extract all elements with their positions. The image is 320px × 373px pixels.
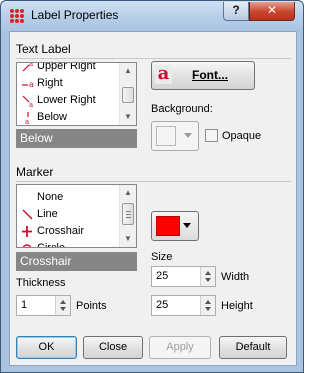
width-label: Width	[221, 271, 250, 283]
title-bar[interactable]: Label Properties ? ✕	[1, 1, 303, 31]
thickness-label: Thickness	[16, 277, 66, 289]
marker-color-picker[interactable]	[151, 211, 199, 241]
scroll-up-arrow-icon[interactable]: ▲	[120, 185, 136, 201]
background-color-swatch	[156, 126, 176, 146]
window-title: Label Properties	[31, 8, 119, 22]
close-button[interactable]: Close	[83, 336, 143, 359]
svg-text:a: a	[29, 101, 33, 107]
position-list-scrollbar[interactable]: ▲ ▼	[119, 63, 136, 125]
thickness-unit-label: Points	[76, 300, 107, 312]
spin-down-arrow-icon[interactable]	[60, 307, 66, 311]
spin-up-arrow-icon[interactable]	[60, 300, 66, 304]
close-window-button[interactable]: ✕	[249, 2, 295, 21]
none-marker-icon	[21, 191, 35, 204]
label-position-list[interactable]: a Upper Right a Right a Lower Right a Be…	[16, 62, 137, 126]
font-button-label: Font...	[192, 68, 228, 82]
marker-type-list[interactable]: None Line Crosshair Circle ▲ ▼	[16, 184, 137, 248]
text-label-divider	[16, 58, 291, 59]
width-spin-buttons[interactable]	[200, 267, 215, 286]
font-glyph-icon: a	[155, 65, 172, 84]
svg-text:a: a	[29, 62, 33, 68]
svg-text:a: a	[29, 80, 34, 89]
default-button[interactable]: Default	[219, 336, 287, 359]
height-spinbox[interactable]: 25	[151, 295, 216, 316]
circle-marker-icon	[22, 244, 32, 247]
scroll-thumb[interactable]	[122, 203, 134, 225]
apply-button[interactable]: Apply	[149, 336, 211, 359]
background-color-picker[interactable]	[151, 121, 199, 151]
dropdown-arrow-icon	[184, 133, 192, 138]
lower-right-position-icon: a	[22, 95, 33, 107]
line-marker-icon	[22, 209, 33, 220]
spin-up-arrow-icon[interactable]	[205, 300, 211, 304]
height-label: Height	[221, 300, 253, 312]
opaque-checkbox[interactable]	[205, 129, 218, 142]
below-position-icon: a	[25, 112, 29, 124]
ok-button[interactable]: OK	[16, 336, 77, 359]
scroll-down-arrow-icon[interactable]: ▼	[120, 231, 136, 247]
scroll-thumb[interactable]	[122, 87, 134, 103]
size-label: Size	[151, 251, 173, 263]
spin-up-arrow-icon[interactable]	[205, 271, 211, 275]
svg-text:a: a	[25, 118, 29, 124]
selected-position-display: Below	[16, 129, 137, 148]
width-spinbox[interactable]: 25	[151, 266, 216, 287]
app-grid-icon	[10, 9, 24, 23]
selected-marker-display: Crosshair	[16, 252, 137, 271]
thickness-spinbox[interactable]: 1	[16, 295, 71, 316]
dropdown-arrow-icon	[183, 223, 191, 228]
thickness-spin-buttons[interactable]	[55, 296, 70, 315]
help-button[interactable]: ?	[223, 2, 249, 21]
thickness-value: 1	[21, 299, 28, 311]
crosshair-marker-icon	[22, 226, 32, 237]
marker-color-swatch	[156, 216, 180, 236]
spin-down-arrow-icon[interactable]	[205, 307, 211, 311]
scroll-up-arrow-icon[interactable]: ▲	[120, 63, 136, 79]
scroll-down-arrow-icon[interactable]: ▼	[120, 109, 136, 125]
marker-list-scrollbar[interactable]: ▲ ▼	[119, 185, 136, 247]
font-button[interactable]: a Font...	[151, 61, 255, 90]
marker-divider	[16, 181, 291, 182]
dialog-window: Label Properties ? ✕ Text Label a Upper …	[0, 0, 304, 373]
height-spin-buttons[interactable]	[200, 296, 215, 315]
height-value: 25	[156, 299, 169, 311]
width-value: 25	[156, 270, 169, 282]
text-label-section-title: Text Label	[16, 42, 71, 56]
marker-section-title: Marker	[16, 165, 54, 179]
background-label: Background:	[151, 103, 213, 115]
upper-right-position-icon: a	[22, 62, 33, 72]
spin-down-arrow-icon[interactable]	[205, 278, 211, 282]
right-position-icon: a	[22, 80, 34, 89]
opaque-label: Opaque	[222, 130, 262, 142]
